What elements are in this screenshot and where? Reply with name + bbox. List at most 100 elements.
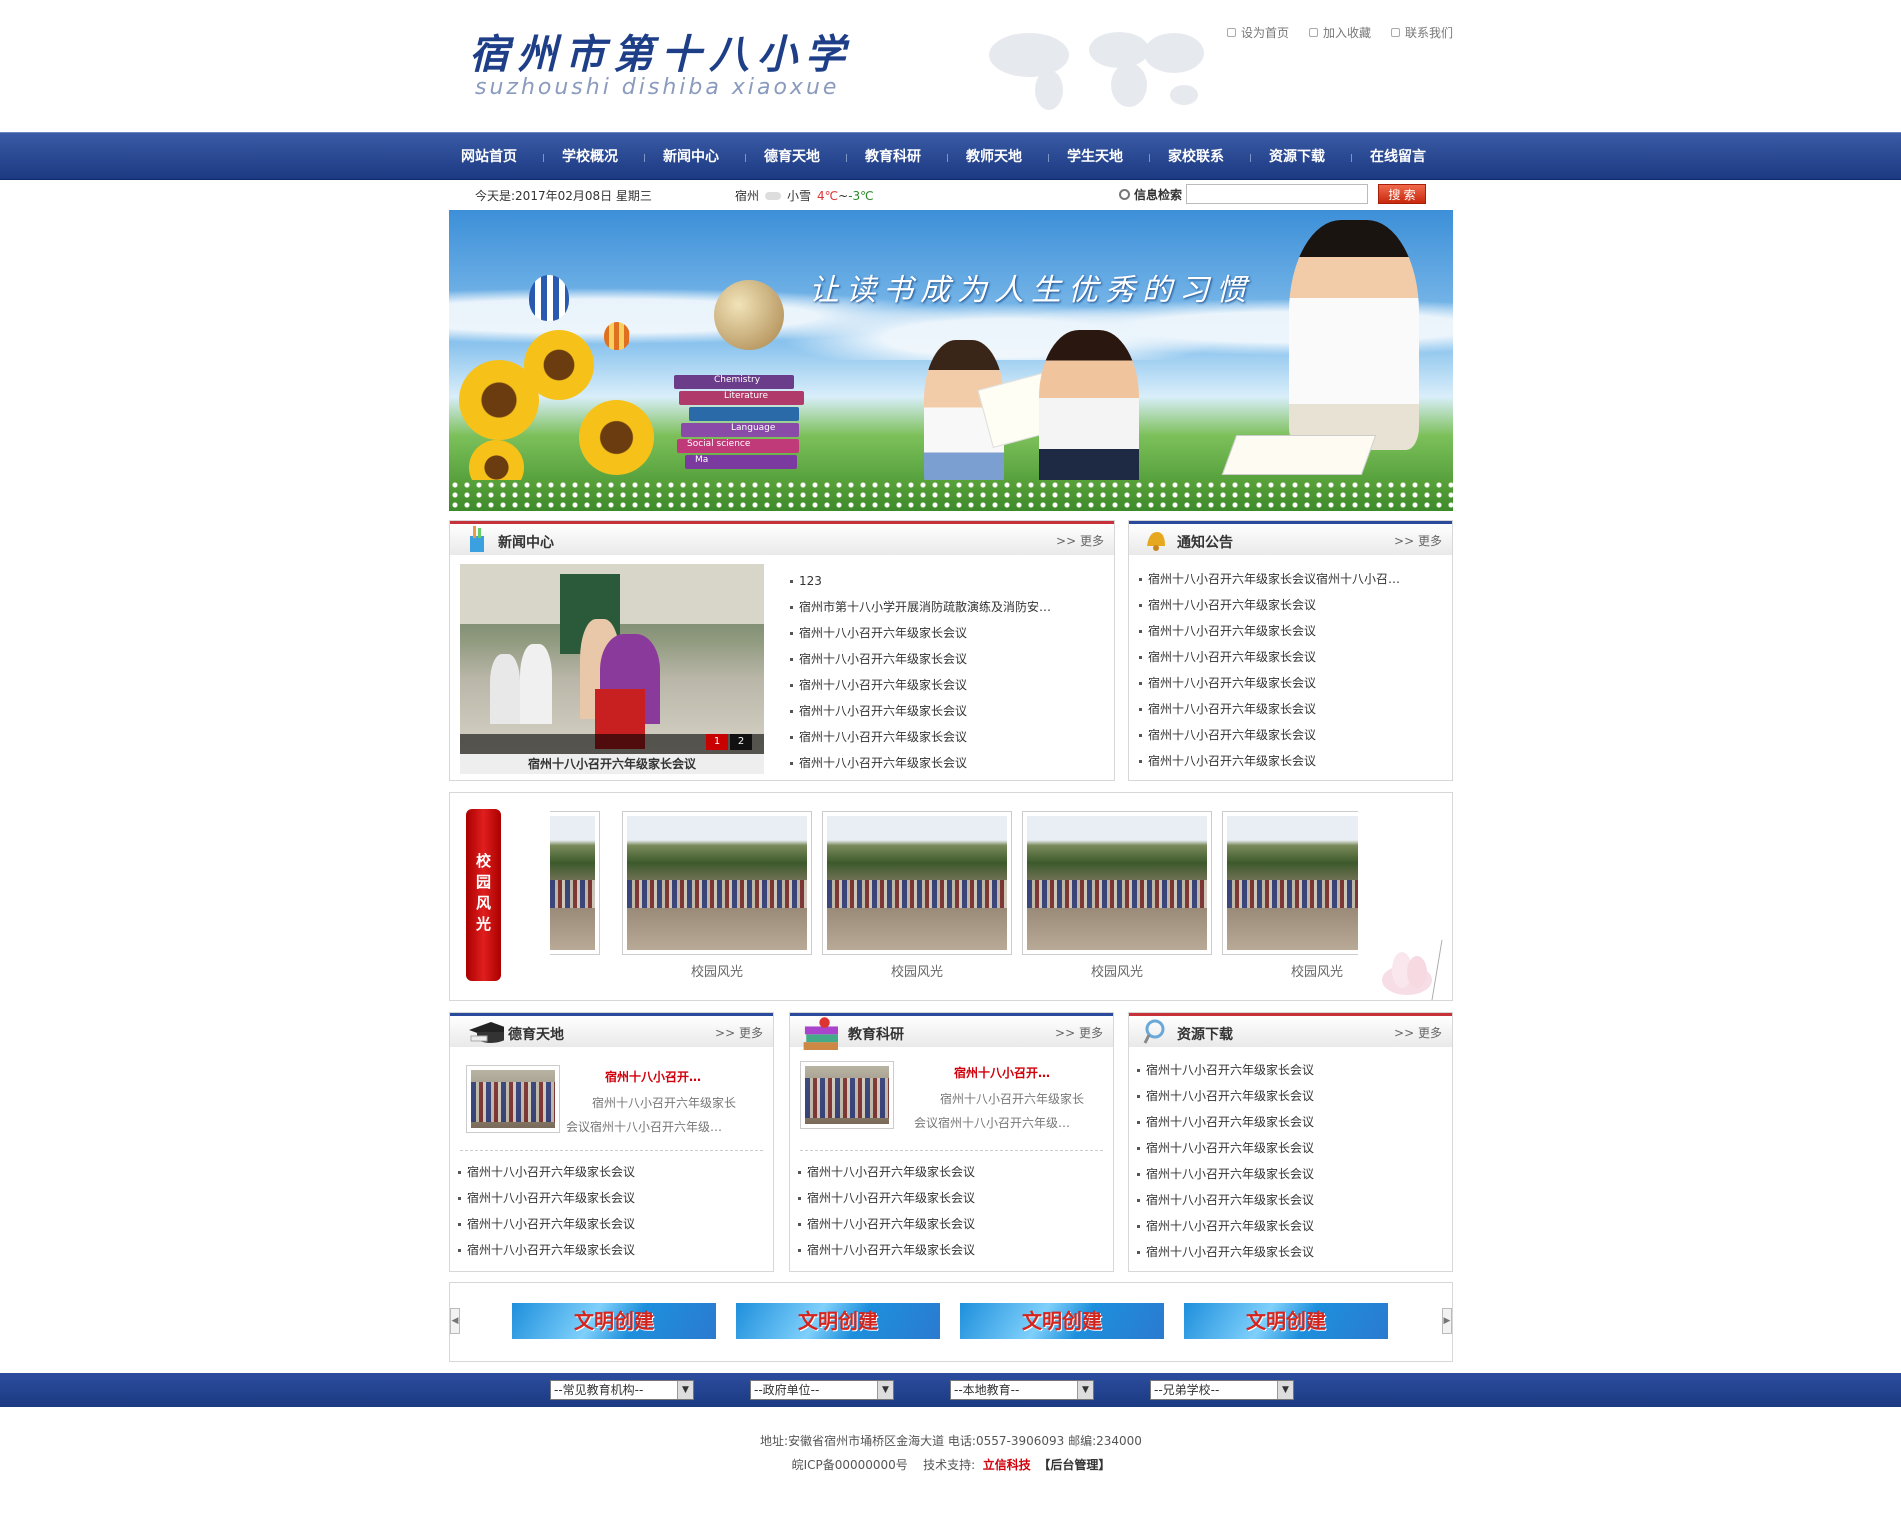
list-item[interactable]: 宿州十八小召开六年级家长会议 <box>1137 748 1437 774</box>
campus-photo-caption[interactable]: 校园风光 <box>1022 961 1212 980</box>
slideshow-caption[interactable]: 宿州十八小召开六年级家长会议 <box>460 754 764 774</box>
list-item[interactable]: 宿州十八小召开六年级家长会议 <box>456 1159 756 1185</box>
list-item[interactable]: 宿州十八小召开六年级家长会议 <box>1135 1161 1435 1187</box>
campus-photo-caption[interactable]: 校园风光 <box>822 961 1012 980</box>
site-logo-pinyin: suzhoushi dishiba xiaoxue <box>475 75 840 100</box>
weather-widget: 宿州 小雪 4℃~-3℃ <box>735 187 874 204</box>
local-edu-select[interactable]: --本地教育-- ▼ <box>950 1380 1094 1400</box>
news-center-header: 新闻中心 >> 更多 <box>450 521 1114 555</box>
list-item[interactable]: 宿州十八小召开六年级家长会议 <box>788 620 1098 646</box>
list-item[interactable]: 宿州十八小召开六年级家长会议 <box>1135 1187 1435 1213</box>
campus-photo[interactable] <box>550 811 600 955</box>
nav-about[interactable]: 学校概况 <box>562 133 663 181</box>
download-more-link[interactable]: >> 更多 <box>1394 1024 1442 1041</box>
moral-feature-photo[interactable] <box>466 1065 560 1133</box>
research-feature-photo[interactable] <box>800 1061 894 1129</box>
hot-air-balloon-large <box>529 275 569 321</box>
list-item[interactable]: 宿州十八小召开六年级家长会议 <box>1135 1213 1435 1239</box>
research-feature-title[interactable]: 宿州十八小召开… <box>954 1064 1050 1081</box>
sister-school-select[interactable]: --兄弟学校-- ▼ <box>1150 1380 1294 1400</box>
weather-desc: 小雪 <box>787 189 812 203</box>
list-item[interactable]: 宿州市第十八小学开展消防疏散演练及消防安… <box>788 594 1098 620</box>
list-item[interactable]: 宿州十八小召开六年级家长会议 <box>1135 1057 1435 1083</box>
news-slideshow[interactable] <box>460 564 764 754</box>
list-item[interactable]: 宿州十八小召开六年级家长会议 <box>796 1211 1096 1237</box>
list-item[interactable]: 宿州十八小召开六年级家长会议 <box>1137 644 1437 670</box>
list-item[interactable]: 宿州十八小召开六年级家长会议 <box>796 1185 1096 1211</box>
search-button[interactable]: 搜 索 <box>1378 184 1427 204</box>
nav-news[interactable]: 新闻中心 <box>663 133 764 181</box>
contact-link[interactable]: 联系我们 <box>1390 24 1453 41</box>
list-item[interactable]: 宿州十八小召开六年级家长会议 <box>796 1159 1096 1185</box>
campus-photo[interactable] <box>1222 811 1358 955</box>
list-item[interactable]: 宿州十八小召开六年级家长会议 <box>456 1185 756 1211</box>
list-item[interactable]: 123 <box>788 568 1098 594</box>
mail-icon <box>1390 28 1400 37</box>
download-header: 资源下载 >> 更多 <box>1129 1013 1452 1047</box>
weather-city: 宿州 <box>735 189 760 203</box>
icp-number[interactable]: 皖ICP备00000000号 <box>792 1458 908 1472</box>
page: 宿州市第十八小学 suzhoushi dishiba xiaoxue 设为首页 … <box>449 0 1453 1472</box>
list-item[interactable]: 宿州十八小召开六年级家长会议 <box>788 672 1098 698</box>
nav-teachers[interactable]: 教师天地 <box>966 133 1067 181</box>
footer-credits: 皖ICP备00000000号 技术支持: 立信科技 【后台管理】 <box>449 1456 1453 1473</box>
list-item[interactable]: 宿州十八小召开六年级家长会议 <box>788 698 1098 724</box>
campus-photo-caption[interactable]: 校园风光 <box>622 961 812 980</box>
gov-unit-select[interactable]: --政府单位-- ▼ <box>750 1380 894 1400</box>
search-input[interactable] <box>1186 184 1369 204</box>
list-item[interactable]: 宿州十八小召开六年级家长会议 <box>1135 1109 1435 1135</box>
research-more-link[interactable]: >> 更多 <box>1055 1024 1103 1041</box>
pager-1[interactable]: 1 <box>706 734 728 750</box>
bookmark-icon <box>1308 28 1318 37</box>
nav-guestbook[interactable]: 在线留言 <box>1370 133 1471 181</box>
admin-link[interactable]: 【后台管理】 <box>1038 1458 1110 1472</box>
list-item[interactable]: 宿州十八小召开六年级家长会议 <box>788 724 1098 750</box>
list-item[interactable]: 宿州十八小召开六年级家长会议 <box>788 750 1098 776</box>
list-item[interactable]: 宿州十八小召开六年级家长会议 <box>1135 1135 1435 1161</box>
list-item[interactable]: 宿州十八小召开六年级家长会议 <box>1137 618 1437 644</box>
list-item[interactable]: 宿州十八小召开六年级家长会议宿州十八小召… <box>1137 566 1437 592</box>
scroll-right-arrow[interactable]: ▶ <box>1442 1308 1452 1334</box>
list-item[interactable]: 宿州十八小召开六年级家长会议 <box>1137 592 1437 618</box>
campus-photo-caption[interactable]: 校园风光 <box>1222 961 1358 980</box>
list-item[interactable]: 宿州十八小召开六年级家长会议 <box>456 1211 756 1237</box>
civilization-banner-link[interactable]: 文明创建 <box>736 1303 940 1339</box>
scroll-left-arrow[interactable]: ◀ <box>450 1308 460 1334</box>
campus-photo[interactable] <box>822 811 1012 955</box>
nav-downloads[interactable]: 资源下载 <box>1269 133 1370 181</box>
nav-research[interactable]: 教育科研 <box>865 133 966 181</box>
download-title: 资源下载 <box>1177 1027 1233 1043</box>
moral-more-link[interactable]: >> 更多 <box>715 1024 763 1041</box>
search-label: 信息检索 <box>1134 187 1183 202</box>
news-more-link[interactable]: >> 更多 <box>1056 532 1104 549</box>
add-favorite-link[interactable]: 加入收藏 <box>1308 24 1371 41</box>
nav-students[interactable]: 学生天地 <box>1067 133 1168 181</box>
set-homepage-link[interactable]: 设为首页 <box>1226 24 1289 41</box>
civilization-banner-link[interactable]: 文明创建 <box>512 1303 716 1339</box>
list-item[interactable]: 宿州十八小召开六年级家长会议 <box>456 1237 756 1263</box>
research-header: 教育科研 >> 更多 <box>790 1013 1113 1050</box>
list-item[interactable]: 宿州十八小召开六年级家长会议 <box>1137 696 1437 722</box>
banner-links-strip: ◀ 文明创建 文明创建 文明创建 文明创建 ▶ <box>449 1282 1453 1362</box>
flower-field <box>449 480 1453 511</box>
list-item[interactable]: 宿州十八小召开六年级家长会议 <box>1135 1083 1435 1109</box>
nav-moral[interactable]: 德育天地 <box>764 133 865 181</box>
civilization-banner-link[interactable]: 文明创建 <box>1184 1303 1388 1339</box>
edu-institution-select[interactable]: --常见教育机构-- ▼ <box>550 1380 694 1400</box>
list-item[interactable]: 宿州十八小召开六年级家长会议 <box>1137 722 1437 748</box>
moral-feature-title[interactable]: 宿州十八小召开… <box>605 1068 701 1085</box>
nav-home-school[interactable]: 家校联系 <box>1168 133 1269 181</box>
news-list: 123 宿州市第十八小学开展消防疏散演练及消防安… 宿州十八小召开六年级家长会议… <box>788 568 1098 776</box>
campus-photo[interactable] <box>622 811 812 955</box>
pager-2[interactable]: 2 <box>730 734 752 750</box>
notice-more-link[interactable]: >> 更多 <box>1394 532 1442 549</box>
support-company-link[interactable]: 立信科技 <box>983 1458 1031 1472</box>
site-logo[interactable]: 宿州市第十八小学 <box>469 22 853 80</box>
campus-photo[interactable] <box>1022 811 1212 955</box>
list-item[interactable]: 宿州十八小召开六年级家长会议 <box>1137 670 1437 696</box>
list-item[interactable]: 宿州十八小召开六年级家长会议 <box>796 1237 1096 1263</box>
civilization-banner-link[interactable]: 文明创建 <box>960 1303 1164 1339</box>
nav-home[interactable]: 网站首页 <box>461 133 562 181</box>
list-item[interactable]: 宿州十八小召开六年级家长会议 <box>1135 1239 1435 1265</box>
list-item[interactable]: 宿州十八小召开六年级家长会议 <box>788 646 1098 672</box>
